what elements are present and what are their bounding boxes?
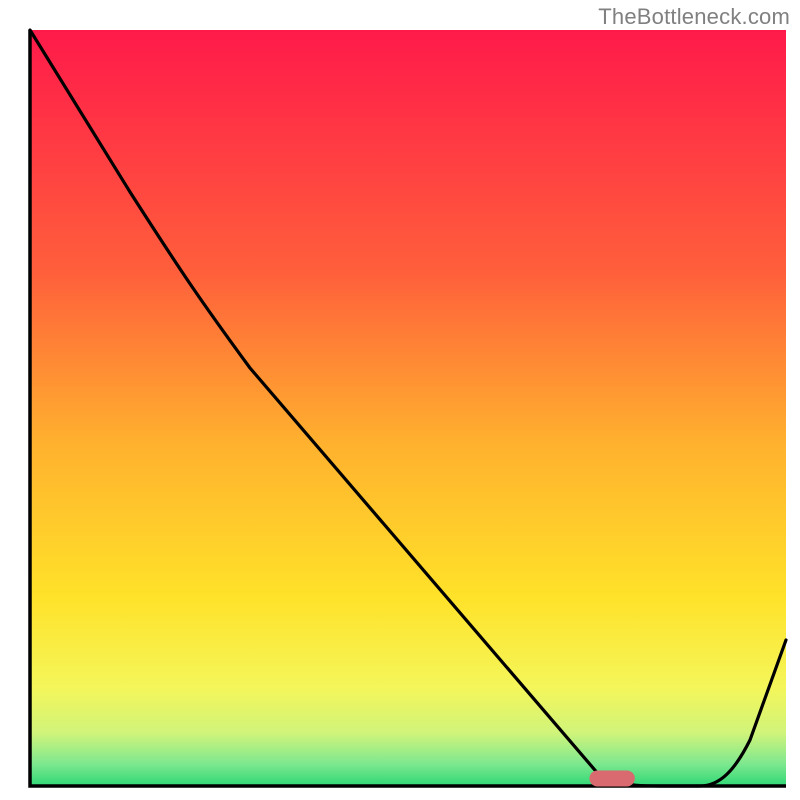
watermark-text: TheBottleneck.com: [598, 4, 790, 30]
chart-container: TheBottleneck.com: [0, 0, 800, 800]
chart-svg: [0, 0, 800, 800]
min-marker: [589, 770, 634, 786]
plot-background: [30, 30, 786, 786]
